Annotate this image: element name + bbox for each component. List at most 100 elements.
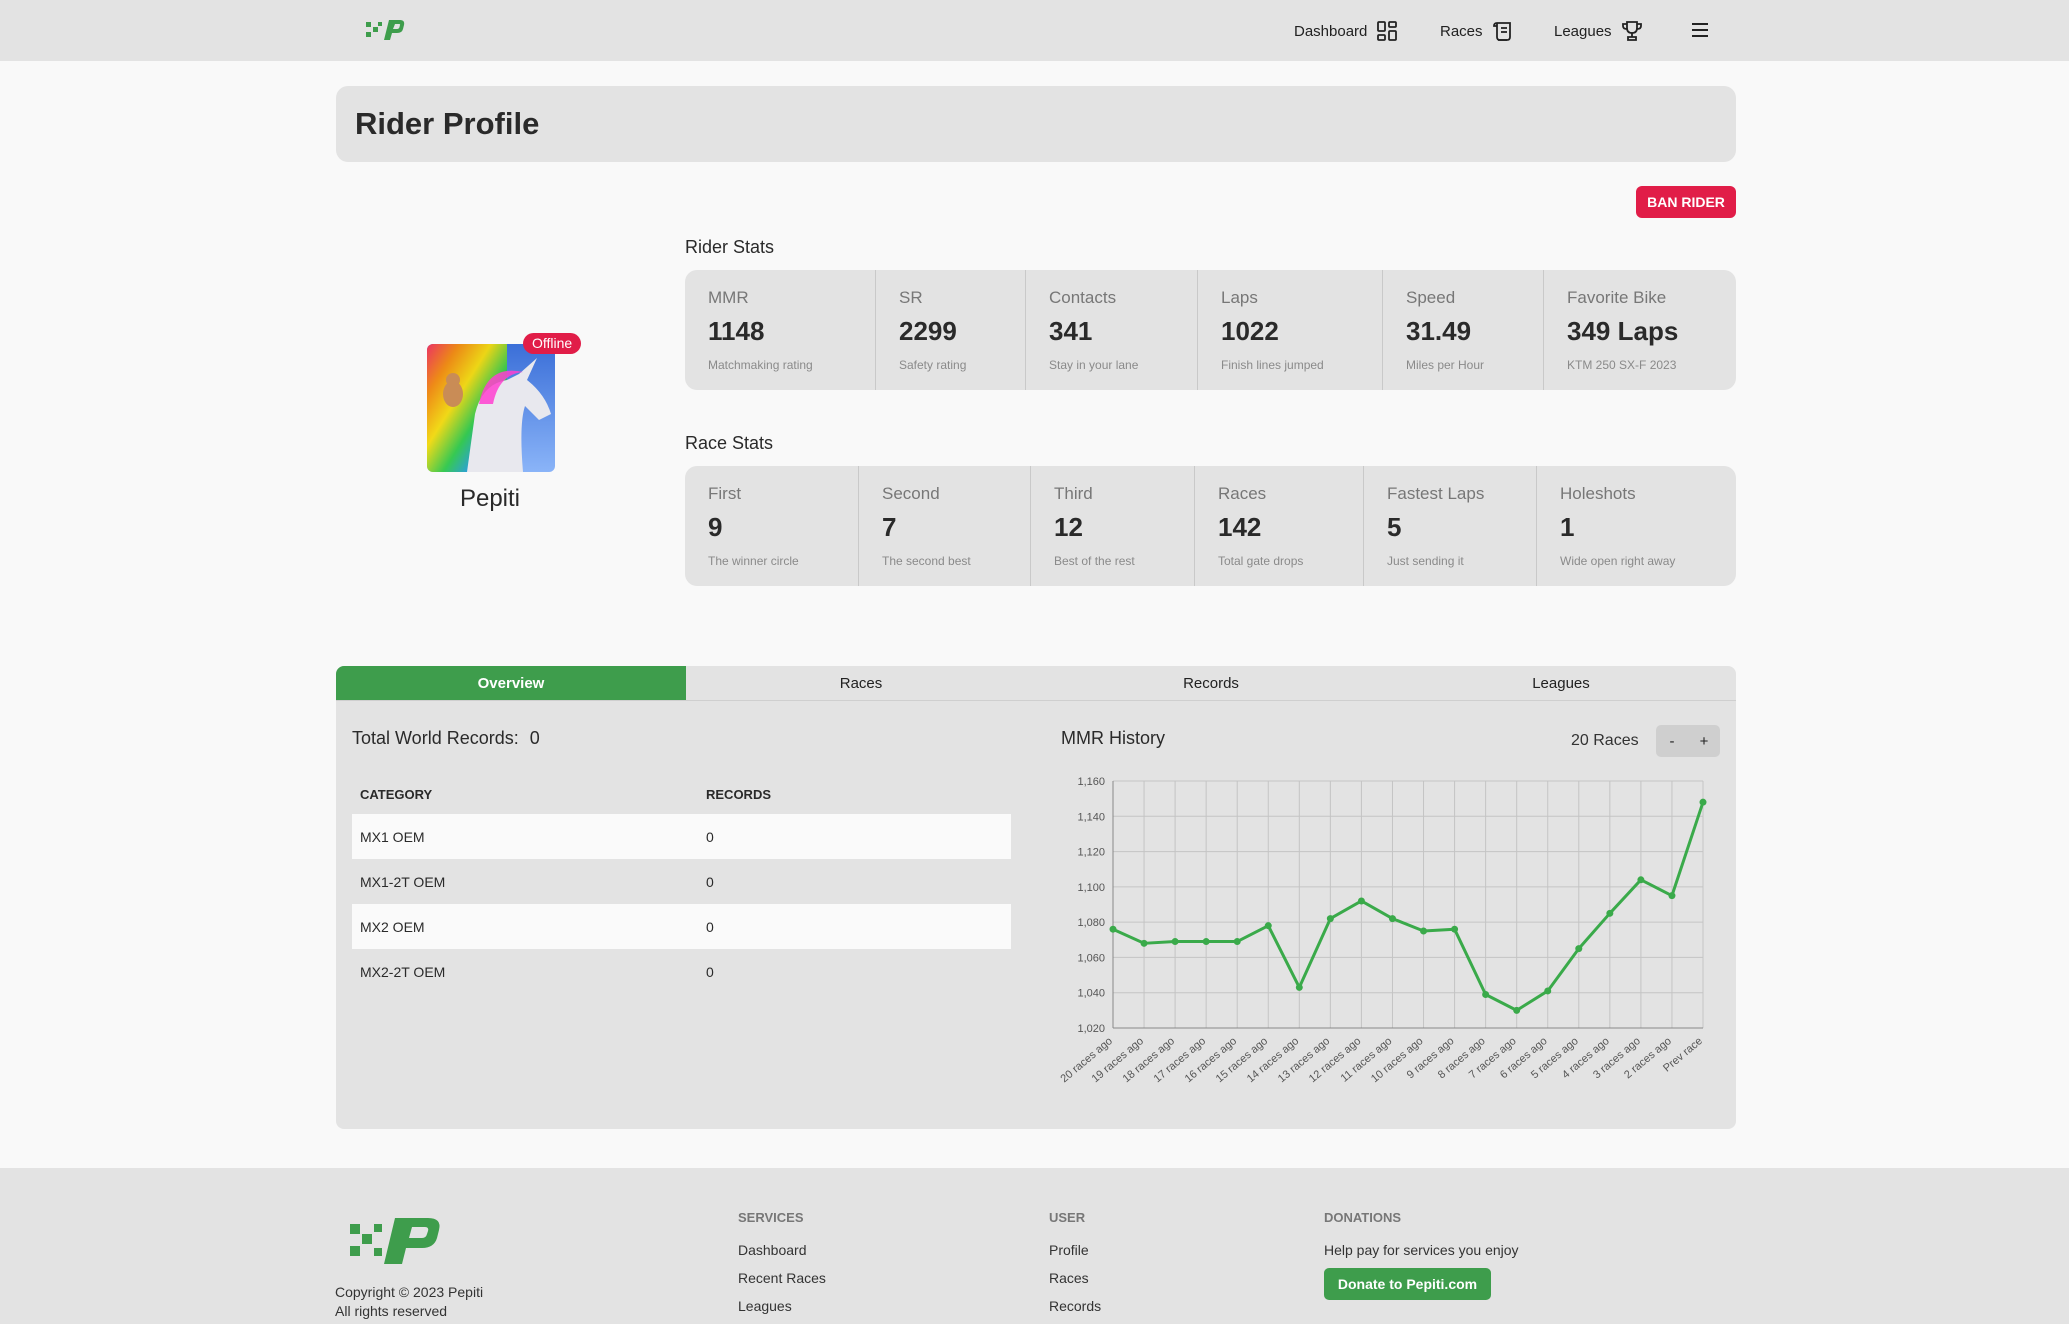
footer-link-recent-races[interactable]: Recent Races bbox=[738, 1270, 826, 1298]
stat-label: Contacts bbox=[1049, 288, 1117, 307]
stat-laps: Laps 1022 Finish lines jumped bbox=[1197, 270, 1382, 390]
stat-desc: Wide open right away bbox=[1560, 554, 1676, 568]
donate-button[interactable]: Donate to Pepiti.com bbox=[1324, 1268, 1491, 1300]
increase-races-button[interactable]: + bbox=[1688, 725, 1720, 757]
mmr-data-point bbox=[1171, 938, 1179, 946]
table-row: MX1 OEM 0 bbox=[352, 814, 1011, 859]
stat-label: First bbox=[708, 484, 742, 503]
copyright-text: Copyright © 2023 Pepiti bbox=[335, 1284, 484, 1300]
mmr-data-point bbox=[1295, 983, 1303, 991]
stat-holeshots: Holeshots 1 Wide open right away bbox=[1536, 466, 1736, 586]
footer-services: SERVICES Dashboard Recent Races Leagues bbox=[738, 1210, 826, 1324]
tab-races[interactable]: Races bbox=[686, 666, 1036, 700]
world-records-title: Total World Records: 0 bbox=[352, 728, 540, 749]
footer-link-records[interactable]: Records bbox=[1049, 1298, 1101, 1324]
y-tick-label: 1,120 bbox=[1077, 847, 1105, 859]
mmr-data-point bbox=[1606, 909, 1614, 917]
mmr-history-title: MMR History bbox=[1061, 728, 1165, 748]
mmr-series-line bbox=[1112, 801, 1705, 1012]
footer-link-dashboard[interactable]: Dashboard bbox=[738, 1242, 826, 1270]
mmr-data-point bbox=[1264, 922, 1272, 930]
nav-leagues-label: Leagues bbox=[1554, 22, 1612, 40]
cell-category: MX2 OEM bbox=[360, 918, 425, 935]
stat-contacts: Contacts 341 Stay in your lane bbox=[1025, 270, 1197, 390]
stat-desc: The winner circle bbox=[708, 554, 799, 568]
cell-records: 0 bbox=[706, 918, 714, 935]
stat-mmr: MMR 1148 Matchmaking rating bbox=[685, 270, 875, 390]
stat-desc: KTM 250 SX-F 2023 bbox=[1567, 358, 1677, 372]
world-records-label: Total World Records: bbox=[352, 728, 519, 748]
stat-sr: SR 2299 Safety rating bbox=[875, 270, 1025, 390]
stat-desc: Best of the rest bbox=[1054, 554, 1135, 568]
stat-desc: Miles per Hour bbox=[1406, 358, 1485, 372]
dashboard-grid-icon bbox=[1377, 21, 1398, 41]
decrease-races-button[interactable]: - bbox=[1656, 725, 1688, 757]
page-title: Rider Profile bbox=[355, 106, 540, 141]
stat-desc: Stay in your lane bbox=[1049, 358, 1139, 372]
mmr-data-point bbox=[1202, 938, 1210, 946]
profile-tab-panel: Overview Races Records Leagues Total Wor… bbox=[336, 666, 1736, 1129]
tab-leagues[interactable]: Leagues bbox=[1386, 666, 1736, 700]
unicorn-avatar-image bbox=[427, 344, 555, 472]
mmr-data-point bbox=[1233, 938, 1241, 946]
cell-records: 0 bbox=[706, 828, 714, 845]
cell-category: MX1 OEM bbox=[360, 828, 425, 845]
table-row: MX2 OEM 0 bbox=[352, 904, 1011, 949]
table-row: MX2-2T OEM 0 bbox=[352, 949, 1011, 994]
stat-label: Fastest Laps bbox=[1387, 484, 1485, 503]
x-tick-label: 20 races ago bbox=[1058, 1035, 1114, 1085]
nav-dashboard-label: Dashboard bbox=[1294, 22, 1368, 40]
footer-link-leagues[interactable]: Leagues bbox=[738, 1298, 826, 1324]
footer-link-races[interactable]: Races bbox=[1049, 1270, 1101, 1298]
stat-label: Second bbox=[882, 484, 940, 503]
stat-label: MMR bbox=[708, 288, 749, 307]
mmr-data-point bbox=[1637, 876, 1645, 884]
y-tick-label: 1,080 bbox=[1077, 917, 1105, 929]
world-records-total: 0 bbox=[529, 728, 540, 748]
stat-value: 341 bbox=[1049, 316, 1093, 346]
scroll-icon bbox=[1492, 22, 1511, 41]
tab-bar: Overview Races Records Leagues bbox=[336, 666, 1736, 701]
page-header: Rider Profile bbox=[336, 86, 1736, 162]
stat-desc: Finish lines jumped bbox=[1221, 358, 1324, 372]
stat-label: Laps bbox=[1221, 288, 1258, 307]
stat-desc: Just sending it bbox=[1387, 554, 1464, 568]
mmr-data-point bbox=[1420, 927, 1428, 935]
tab-records[interactable]: Records bbox=[1036, 666, 1386, 700]
stat-favorite-bike: Favorite Bike 349 Laps KTM 250 SX-F 2023 bbox=[1543, 270, 1736, 390]
mmr-data-point bbox=[1513, 1006, 1521, 1014]
stat-value: 2299 bbox=[899, 316, 957, 346]
tab-overview[interactable]: Overview bbox=[336, 666, 686, 700]
y-tick-label: 1,100 bbox=[1077, 882, 1105, 894]
mmr-data-point bbox=[1699, 798, 1707, 806]
ban-rider-button[interactable]: BAN RIDER bbox=[1636, 186, 1736, 218]
stat-value: 31.49 bbox=[1406, 316, 1472, 346]
mmr-data-point bbox=[1388, 915, 1396, 923]
mmr-data-point bbox=[1544, 987, 1552, 995]
mmr-data-point bbox=[1109, 925, 1117, 933]
stat-label: Holeshots bbox=[1560, 484, 1636, 503]
nav-races-label: Races bbox=[1440, 22, 1483, 40]
nav-leagues[interactable]: Leagues bbox=[1554, 16, 1643, 46]
stat-value: 7 bbox=[882, 512, 897, 542]
nav-dashboard[interactable]: Dashboard bbox=[1294, 16, 1398, 46]
stat-fastest-laps: Fastest Laps 5 Just sending it bbox=[1363, 466, 1536, 586]
stat-third: Third 12 Best of the rest bbox=[1030, 466, 1194, 586]
pepiti-logo[interactable] bbox=[364, 18, 406, 42]
trophy-icon bbox=[1621, 21, 1642, 41]
rider-name: Pepiti bbox=[459, 485, 521, 512]
stat-value: 1148 bbox=[708, 316, 765, 346]
nav-races[interactable]: Races bbox=[1440, 16, 1514, 46]
records-table: CATEGORY RECORDS MX1 OEM 0 MX1-2T OEM 0 … bbox=[352, 774, 1011, 994]
cell-category: MX2-2T OEM bbox=[360, 963, 446, 980]
donations-text: Help pay for services you enjoy bbox=[1324, 1242, 1519, 1258]
status-badge: Offline bbox=[523, 333, 582, 354]
footer-link-profile[interactable]: Profile bbox=[1049, 1242, 1101, 1270]
hamburger-menu-icon[interactable] bbox=[1690, 20, 1710, 40]
rider-stats-title: Rider Stats bbox=[685, 237, 775, 257]
stat-desc: Total gate drops bbox=[1218, 554, 1304, 568]
footer-user: USER Profile Races Records bbox=[1049, 1210, 1101, 1324]
race-stats-title: Race Stats bbox=[685, 433, 774, 453]
stat-value: 1 bbox=[1560, 512, 1575, 542]
races-stepper: - + bbox=[1656, 725, 1720, 757]
